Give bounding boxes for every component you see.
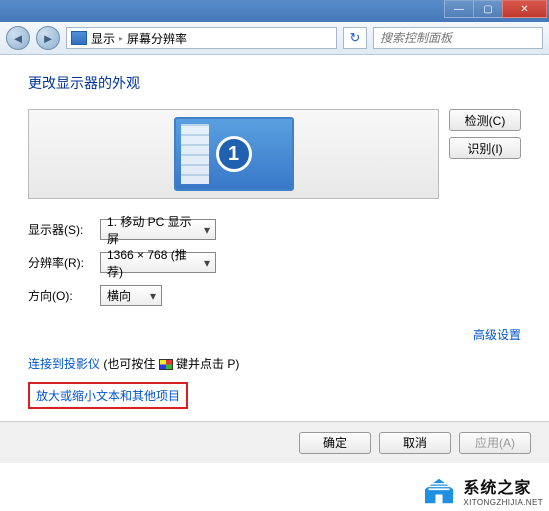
nav-back-button[interactable]: ◄	[6, 26, 30, 50]
advanced-settings-link[interactable]: 高级设置	[473, 328, 521, 342]
page-title: 更改显示器的外观	[28, 73, 521, 93]
breadcrumb-root[interactable]: 显示	[91, 30, 115, 47]
monitor-thumbnail[interactable]: 1	[174, 117, 294, 191]
resolution-select[interactable]: 1366 × 768 (推荐)	[100, 252, 216, 273]
detect-button[interactable]: 检测(C)	[449, 109, 521, 131]
watermark-logo-icon	[421, 477, 457, 505]
minimize-button[interactable]: —	[444, 0, 474, 18]
watermark-title: 系统之家	[463, 474, 543, 498]
ok-button[interactable]: 确定	[299, 432, 371, 454]
breadcrumb[interactable]: 显示 ▸ 屏幕分辨率	[66, 27, 337, 49]
nav-forward-button[interactable]: ►	[36, 26, 60, 50]
resolution-label: 分辨率(R):	[28, 254, 100, 271]
titlebar: — ▢ ✕	[0, 0, 549, 22]
footer: 确定 取消 应用(A)	[0, 421, 549, 463]
maximize-button[interactable]: ▢	[473, 0, 503, 18]
breadcrumb-current[interactable]: 屏幕分辨率	[127, 30, 187, 47]
close-button[interactable]: ✕	[502, 0, 547, 18]
zoom-text-link[interactable]: 放大或缩小文本和其他项目	[36, 389, 180, 403]
display-label: 显示器(S):	[28, 221, 100, 238]
breadcrumb-separator: ▸	[119, 34, 123, 43]
navbar: ◄ ► 显示 ▸ 屏幕分辨率 ↻	[0, 22, 549, 55]
cancel-button[interactable]: 取消	[379, 432, 451, 454]
orientation-label: 方向(O):	[28, 287, 100, 304]
display-select[interactable]: 1. 移动 PC 显示屏	[100, 219, 216, 240]
refresh-button[interactable]: ↻	[343, 27, 367, 49]
monitor-preview[interactable]: 1	[28, 109, 439, 199]
display-icon	[71, 31, 87, 45]
highlighted-link-box: 放大或缩小文本和其他项目	[28, 382, 188, 409]
projector-hint-before: (也可按住	[103, 357, 158, 371]
orientation-select[interactable]: 横向	[100, 285, 162, 306]
projector-link[interactable]: 连接到投影仪	[28, 357, 100, 371]
search-input[interactable]	[373, 27, 543, 49]
windows-key-icon	[159, 359, 173, 370]
apply-button[interactable]: 应用(A)	[459, 432, 531, 454]
monitor-number-badge: 1	[216, 136, 252, 172]
identify-button[interactable]: 识别(I)	[449, 137, 521, 159]
projector-hint-after: 键并点击 P)	[176, 357, 239, 371]
watermark-url: XITONGZHIJIA.NET	[463, 498, 543, 507]
watermark: 系统之家 XITONGZHIJIA.NET	[421, 474, 543, 507]
